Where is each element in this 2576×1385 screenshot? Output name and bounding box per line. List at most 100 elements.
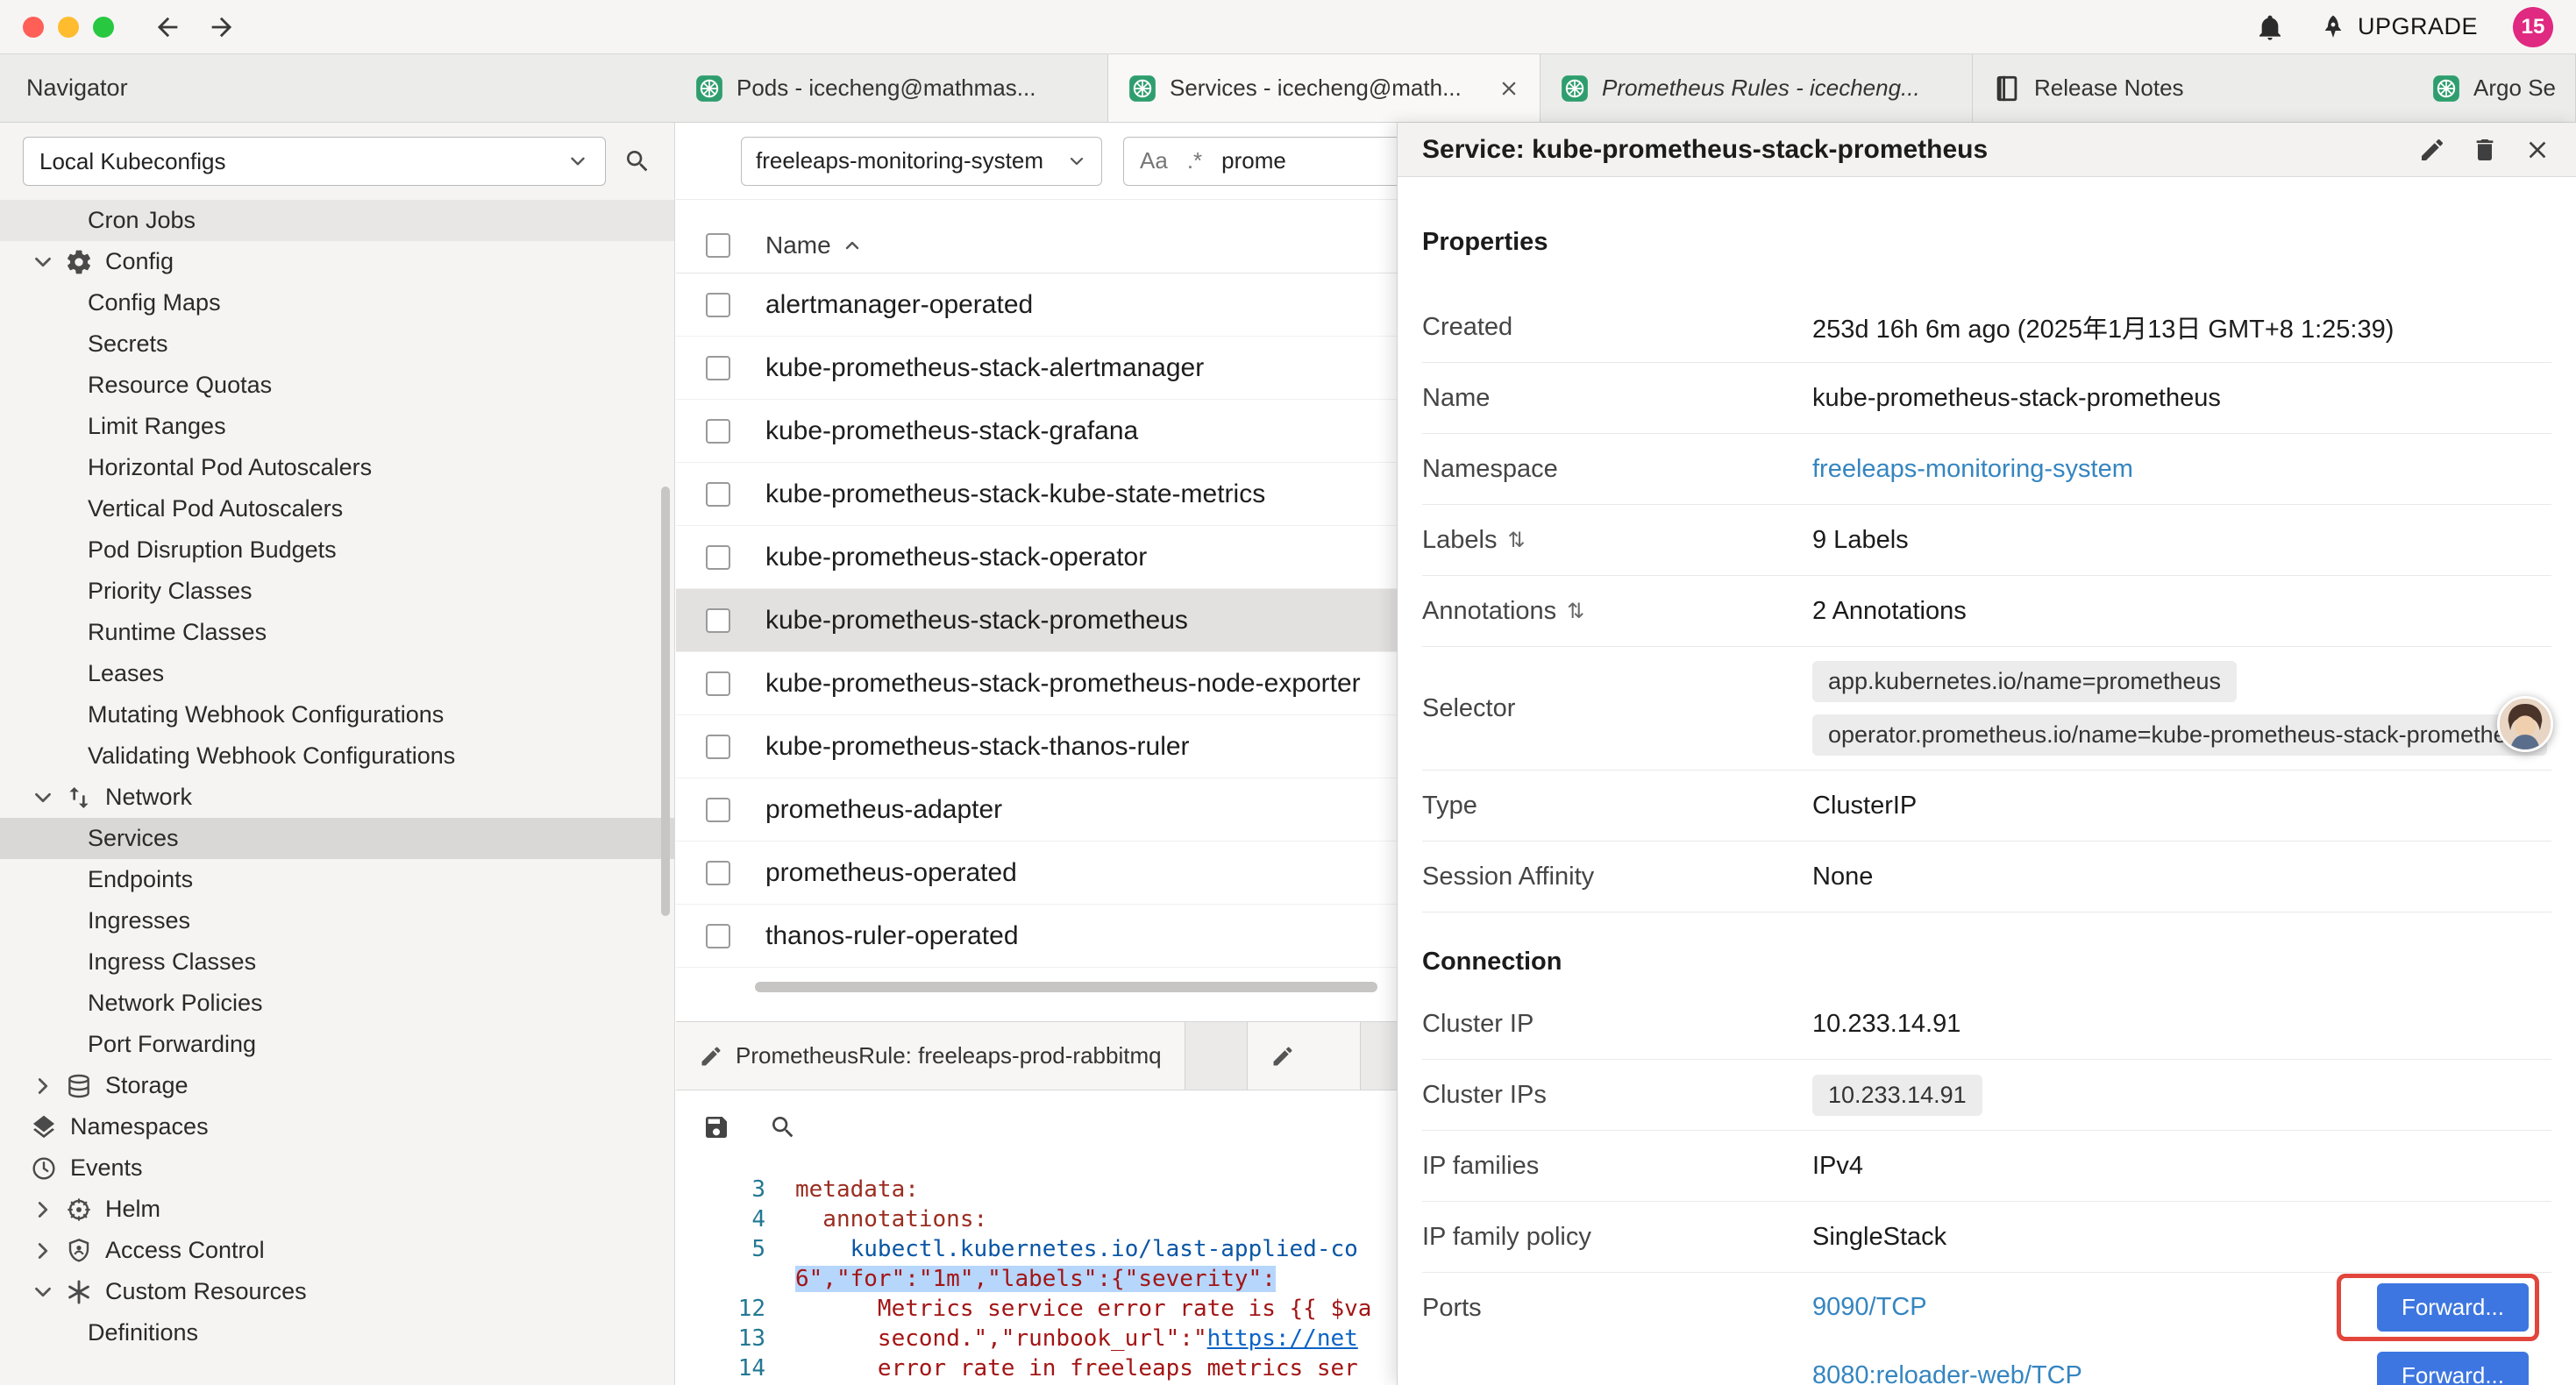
drawer-title: Service: kube-prometheus-stack-prometheu… <box>1422 135 2394 165</box>
chevron-right-icon <box>30 1073 56 1099</box>
sidebar-item[interactable]: Custom Resources <box>0 1271 674 1312</box>
forward-button[interactable]: Forward... <box>2377 1352 2529 1385</box>
sidebar-scrollbar[interactable] <box>661 487 670 916</box>
sidebar-item[interactable]: Network Policies <box>0 983 674 1024</box>
sidebar-item[interactable]: Validating Webhook Configurations <box>0 735 674 777</box>
sidebar-nav-list: Cron Jobs Config Config Maps Secrets <box>0 200 674 1353</box>
forward-arrow-icon[interactable] <box>207 12 237 42</box>
row-checkbox[interactable] <box>706 482 730 507</box>
sort-asc-icon <box>842 235 863 256</box>
select-all-checkbox[interactable] <box>706 233 730 258</box>
cluster-ip-badge: 10.233.14.91 <box>1812 1075 1982 1116</box>
sidebar-item[interactable]: Namespaces <box>0 1106 674 1147</box>
row-checkbox[interactable] <box>706 861 730 885</box>
sidebar-item[interactable]: Runtime Classes <box>0 612 674 653</box>
sidebar-item[interactable]: Resource Quotas <box>0 365 674 406</box>
sidebar-item[interactable]: Access Control <box>0 1230 674 1271</box>
book-icon <box>1992 74 2022 103</box>
delete-trash-icon[interactable] <box>2471 136 2499 164</box>
sidebar-item[interactable]: Services <box>0 818 674 859</box>
sidebar-item[interactable]: Helm <box>0 1189 674 1230</box>
sidebar-item[interactable]: Config <box>0 241 674 282</box>
created-row: Created 253d 16h 6m ago (2025年1月13日 GMT+… <box>1422 292 2551 363</box>
k8s-icon <box>2431 74 2461 103</box>
sidebar-item[interactable]: Mutating Webhook Configurations <box>0 694 674 735</box>
sidebar-item[interactable]: Secrets <box>0 323 674 365</box>
minimize-window-button[interactable] <box>58 17 79 38</box>
port-line: 9090/TCP Forward... <box>1812 1273 2551 1341</box>
back-arrow-icon[interactable] <box>153 12 182 42</box>
sidebar-item[interactable]: Horizontal Pod Autoscalers <box>0 447 674 488</box>
row-checkbox[interactable] <box>706 419 730 444</box>
sidebar-item[interactable]: Definitions <box>0 1312 674 1353</box>
row-checkbox[interactable] <box>706 671 730 696</box>
namespace-link[interactable]: freeleaps-monitoring-system <box>1812 455 2133 483</box>
save-icon[interactable] <box>702 1113 730 1141</box>
name-row: Name kube-prometheus-stack-prometheus <box>1422 363 2551 434</box>
avatar[interactable] <box>2497 696 2553 752</box>
sidebar-item[interactable]: Port Forwarding <box>0 1024 674 1065</box>
expand-toggle-icon[interactable]: ⇅ <box>1567 599 1584 624</box>
document-tab[interactable]: Pods - icecheng@mathmas... <box>675 54 1108 122</box>
document-tab[interactable]: Release Notes <box>1973 54 2412 122</box>
row-checkbox[interactable] <box>706 735 730 759</box>
notification-count-badge[interactable]: 15 <box>2513 7 2553 47</box>
chevron-right-icon <box>30 1238 56 1264</box>
close-drawer-icon[interactable] <box>2523 136 2551 164</box>
document-tab[interactable]: Services - icecheng@math... <box>1108 54 1541 122</box>
sidebar-item[interactable]: Cron Jobs <box>0 200 674 241</box>
properties-section-title: Properties <box>1422 177 2551 257</box>
match-case-toggle[interactable]: Aa <box>1140 147 1168 174</box>
sidebar-item[interactable]: Ingress Classes <box>0 941 674 983</box>
chevron-down-icon <box>30 249 56 275</box>
ip-families-row: IP families IPv4 <box>1422 1131 2551 1202</box>
row-checkbox[interactable] <box>706 798 730 822</box>
regex-toggle[interactable]: .* <box>1187 147 1202 174</box>
sidebar-item[interactable]: Config Maps <box>0 282 674 323</box>
kubeconfig-select[interactable]: Local Kubeconfigs <box>23 137 606 186</box>
sidebar-item[interactable]: Events <box>0 1147 674 1189</box>
port-link[interactable]: 8080:reloader-web/TCP <box>1812 1361 2082 1385</box>
labels-row: Labels ⇅ 9 Labels <box>1422 505 2551 576</box>
sidebar-item[interactable]: Vertical Pod Autoscalers <box>0 488 674 529</box>
k8s-icon <box>694 74 724 103</box>
dock-tab-partial[interactable] <box>1247 1022 1361 1090</box>
zoom-window-button[interactable] <box>93 17 114 38</box>
annotations-row: Annotations ⇅ 2 Annotations <box>1422 576 2551 647</box>
expand-toggle-icon[interactable]: ⇅ <box>1507 528 1525 553</box>
upgrade-button[interactable]: UPGRADE <box>2319 13 2478 41</box>
helm-icon <box>65 1196 93 1224</box>
horizontal-scrollbar[interactable] <box>755 982 1377 992</box>
k8s-icon <box>1560 74 1590 103</box>
type-row: Type ClusterIP <box>1422 771 2551 842</box>
document-tab[interactable]: Prometheus Rules - icecheng... <box>1541 54 1973 122</box>
sidebar-item[interactable]: Leases <box>0 653 674 694</box>
sidebar-item[interactable]: Pod Disruption Budgets <box>0 529 674 571</box>
forward-button[interactable]: Forward... <box>2377 1283 2529 1332</box>
sidebar-item[interactable]: Network <box>0 777 674 818</box>
name-column-header[interactable]: Name <box>765 231 863 259</box>
sidebar-item[interactable]: Ingresses <box>0 900 674 941</box>
namespace-filter-select[interactable]: freeleaps-monitoring-system <box>741 137 1102 186</box>
sidebar-item[interactable]: Priority Classes <box>0 571 674 612</box>
row-checkbox[interactable] <box>706 356 730 380</box>
ports-row: Ports 9090/TCP Forward... 8080:reloader-… <box>1422 1273 2551 1385</box>
editor-search-icon[interactable] <box>769 1113 797 1141</box>
row-checkbox[interactable] <box>706 545 730 570</box>
port-link[interactable]: 9090/TCP <box>1812 1293 1927 1322</box>
sidebar-search-icon[interactable] <box>623 147 651 175</box>
row-checkbox[interactable] <box>706 293 730 317</box>
close-window-button[interactable] <box>23 17 44 38</box>
close-tab-icon[interactable] <box>1498 77 1520 100</box>
dock-tab-prometheusrule[interactable]: PrometheusRule: freeleaps-prod-rabbitmq <box>676 1022 1185 1090</box>
edit-pencil-icon[interactable] <box>2418 136 2446 164</box>
document-tab[interactable]: Argo Se <box>2412 54 2576 122</box>
sidebar-item[interactable]: Endpoints <box>0 859 674 900</box>
notifications-bell-icon[interactable] <box>2256 13 2284 41</box>
tab-strip: Navigator Pods - icecheng@mathmas... Ser… <box>0 54 2576 123</box>
sidebar-item[interactable]: Limit Ranges <box>0 406 674 447</box>
row-checkbox[interactable] <box>706 608 730 633</box>
k8s-icon <box>1128 74 1157 103</box>
sidebar-item[interactable]: Storage <box>0 1065 674 1106</box>
row-checkbox[interactable] <box>706 924 730 948</box>
